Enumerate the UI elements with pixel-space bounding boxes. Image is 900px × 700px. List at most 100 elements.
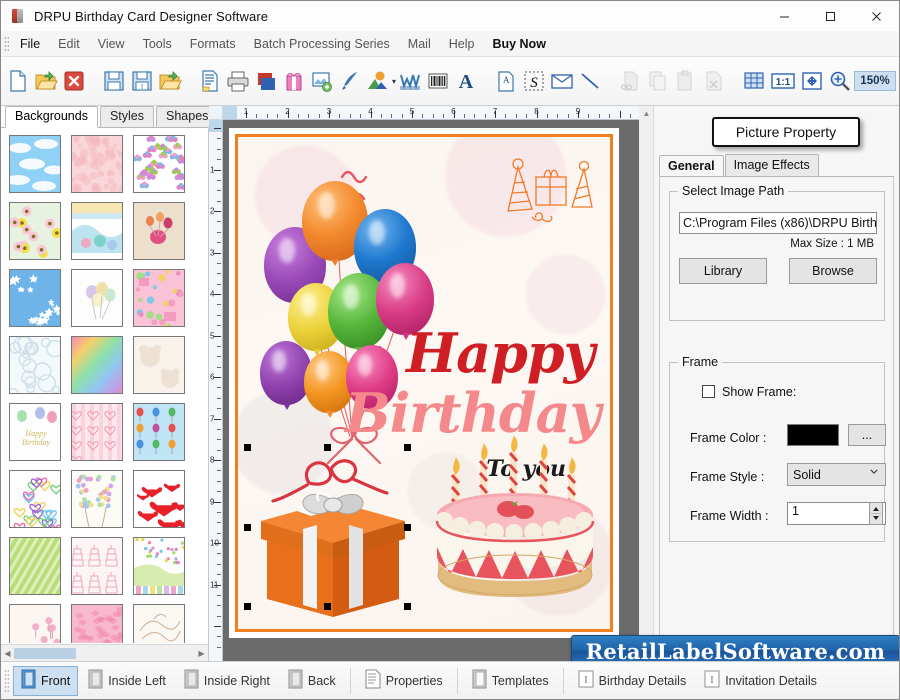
menu-batch-processing-series[interactable]: Batch Processing Series <box>245 34 399 54</box>
menu-view[interactable]: View <box>89 34 134 54</box>
background-thumbnail-pink-hearts-stripes[interactable] <box>71 403 123 461</box>
cut-icon[interactable] <box>617 66 643 96</box>
handle-top-left[interactable] <box>244 444 251 451</box>
close-document-icon[interactable] <box>61 66 87 96</box>
background-thumbnail-confetti-meadow[interactable] <box>133 537 185 595</box>
email-icon[interactable] <box>549 66 575 96</box>
scrollbar-thumb[interactable] <box>14 648 76 659</box>
menu-tools[interactable]: Tools <box>134 34 181 54</box>
handle-bottom-left[interactable] <box>244 603 251 610</box>
greeting-birthday[interactable]: Birthday <box>345 385 601 441</box>
tab-backgrounds[interactable]: Backgrounds <box>5 106 98 128</box>
background-thumbnail-pink-party[interactable] <box>133 269 185 327</box>
line-icon[interactable] <box>577 66 603 96</box>
fit-page-icon[interactable] <box>799 66 825 96</box>
greeting-happy[interactable]: Happy <box>406 325 595 381</box>
grid-icon[interactable] <box>741 66 767 96</box>
text-box-icon[interactable]: A <box>493 66 519 96</box>
tab-styles[interactable]: Styles <box>99 106 155 127</box>
pen-icon[interactable] <box>337 66 363 96</box>
menu-file[interactable]: File <box>11 34 49 54</box>
left-panel-horizontal-scrollbar[interactable]: ◀ ▶ <box>1 644 208 661</box>
background-thumbnail-rainbow-gradient[interactable] <box>71 336 123 394</box>
maximize-icon[interactable] <box>807 1 853 31</box>
bottom-item-back[interactable]: Back <box>280 666 344 696</box>
menu-formats[interactable]: Formats <box>181 34 245 54</box>
card-front-design[interactable]: Happy Birthday To you <box>235 134 613 632</box>
background-thumbnail-bubbles[interactable] <box>9 336 61 394</box>
watermark-icon[interactable] <box>397 66 423 96</box>
background-thumbnail-red-hearts[interactable] <box>133 470 185 528</box>
background-thumbnail-sky-balloons[interactable] <box>133 403 185 461</box>
bottom-item-templates[interactable]: Templates <box>464 666 557 696</box>
menu-help[interactable]: Help <box>440 34 484 54</box>
chevron-right-icon[interactable]: ▶ <box>196 648 207 659</box>
bottom-item-inside-left[interactable]: Inside Left <box>80 666 174 696</box>
background-thumbnail-winter-scene[interactable] <box>71 202 123 260</box>
tab-general[interactable]: General <box>659 155 724 177</box>
chevron-left-icon[interactable]: ◀ <box>2 648 13 659</box>
bottom-item-invitation-details[interactable]: I Invitation Details <box>696 666 825 696</box>
document-properties-icon[interactable] <box>197 66 223 96</box>
right-panel-vertical-scrollbar[interactable]: ▲ ▼ <box>639 106 654 661</box>
handle-bottom-right[interactable] <box>404 603 411 610</box>
export-folder-icon[interactable] <box>157 66 183 96</box>
menu-mail[interactable]: Mail <box>399 34 440 54</box>
barcode-icon[interactable] <box>425 66 451 96</box>
image-shape-icon[interactable] <box>365 66 391 96</box>
background-thumbnail-pink-damask[interactable] <box>71 604 123 643</box>
browse-button[interactable]: Browse <box>789 258 877 284</box>
bottom-item-front[interactable]: Front <box>13 665 79 696</box>
menu-edit[interactable]: Edit <box>49 34 89 54</box>
chevron-down-icon[interactable] <box>870 469 878 474</box>
background-thumbnail-pastel-hearts[interactable] <box>9 470 61 528</box>
handle-top-center[interactable] <box>324 444 331 451</box>
card-stack-icon[interactable] <box>253 66 279 96</box>
save-icon[interactable] <box>101 66 127 96</box>
delete-icon[interactable] <box>701 66 727 96</box>
signature-icon[interactable]: S <box>521 66 547 96</box>
print-icon[interactable] <box>225 66 251 96</box>
background-thumbnail-ribbon-swirl[interactable] <box>133 604 185 643</box>
background-thumbnail-happy-birthday-text[interactable]: Happy Birthday <box>9 403 61 461</box>
tab-image-effects[interactable]: Image Effects <box>724 154 819 176</box>
handle-bottom-center[interactable] <box>324 603 331 610</box>
background-thumbnail-beige-teddy[interactable] <box>133 336 185 394</box>
actual-size-icon[interactable]: 1:1 <box>769 66 797 96</box>
background-thumbnail-butterflies-flowers[interactable] <box>133 135 185 193</box>
frame-color-swatch[interactable] <box>787 424 839 446</box>
chevron-up-icon[interactable]: ▲ <box>641 108 652 119</box>
zoom-in-icon[interactable] <box>827 66 853 96</box>
gift-icon[interactable] <box>281 66 307 96</box>
background-thumbnail-beige-balloons[interactable] <box>133 202 185 260</box>
background-thumbnail-blue-stars[interactable] <box>9 269 61 327</box>
frame-color-picker-button[interactable]: ... <box>848 424 886 446</box>
menu-buy-now[interactable]: Buy Now <box>483 34 554 54</box>
background-thumbnail-pink-cakes[interactable] <box>71 537 123 595</box>
paste-icon[interactable] <box>673 66 699 96</box>
bottom-item-properties[interactable]: Properties <box>357 666 451 696</box>
background-thumbnail-pink-texture[interactable] <box>71 135 123 193</box>
image-path-input[interactable]: C:\Program Files (x86)\DRPU Birthd <box>679 212 877 234</box>
background-thumbnail-balloon-bouquet[interactable] <box>71 470 123 528</box>
minimize-icon[interactable] <box>761 1 807 31</box>
frame-width-stepper[interactable] <box>869 502 883 525</box>
zoom-level-field[interactable]: 150% <box>854 71 897 91</box>
background-thumbnail-yellow-daisies[interactable] <box>9 202 61 260</box>
bottom-item-inside-right[interactable]: Inside Right <box>176 666 278 696</box>
canvas-area[interactable]: 123456789 1 2 3 4 5 6 7 8 9 10 11 Happy … <box>209 106 639 661</box>
open-folder-icon[interactable] <box>33 66 59 96</box>
save-as-icon[interactable]: I <box>129 66 155 96</box>
background-thumbnail-sky-clouds[interactable] <box>9 135 61 193</box>
handle-middle-right[interactable] <box>404 524 411 531</box>
handle-middle-left[interactable] <box>244 524 251 531</box>
gift-box[interactable] <box>247 449 419 629</box>
background-thumbnail-white-balloons[interactable] <box>71 269 123 327</box>
insert-picture-icon[interactable] <box>309 66 335 96</box>
text-a-icon[interactable]: A <box>453 66 479 96</box>
close-icon[interactable] <box>853 1 899 31</box>
new-document-icon[interactable] <box>5 66 31 96</box>
show-frame-checkbox[interactable] <box>702 385 715 398</box>
library-button[interactable]: Library <box>679 258 767 284</box>
frame-style-select[interactable]: Solid <box>787 463 886 486</box>
